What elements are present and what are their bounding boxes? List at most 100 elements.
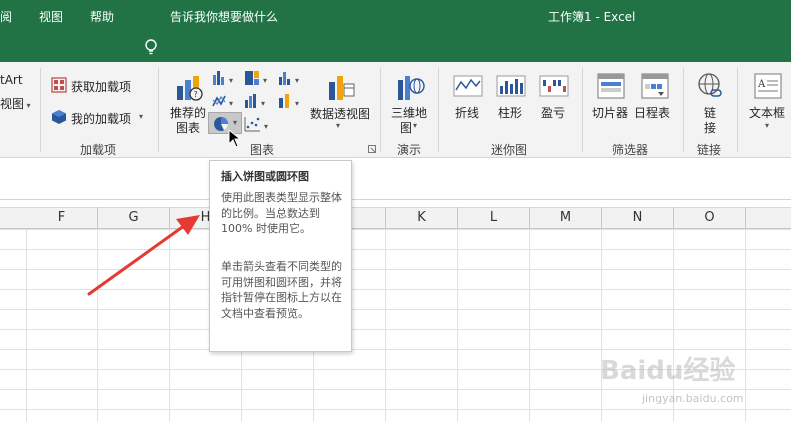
hierarchy-chart-icon[interactable]: ▾ xyxy=(243,69,273,87)
screenshot-button[interactable]: 视图 ▾ xyxy=(0,95,31,112)
column-header-N[interactable]: N xyxy=(602,207,674,229)
grid-line xyxy=(601,229,602,422)
charts-group-label: 图表 xyxy=(250,143,275,157)
sparklines-group-label: 迷你图 xyxy=(491,143,528,157)
svg-text:▾: ▾ xyxy=(261,99,265,108)
group-separator xyxy=(40,68,41,152)
my-addins-label: 我的加载项 xyxy=(71,112,132,126)
chevron-down-icon: ▾ xyxy=(233,118,238,127)
sparkline-winloss-label: 盈亏 xyxy=(541,106,566,120)
sparkline-column-button[interactable]: 柱形 xyxy=(493,70,531,120)
svg-text:A: A xyxy=(757,79,766,90)
column-chart-icon[interactable]: ▾ xyxy=(211,69,241,87)
tooltip-instructions: 单击箭头查看不同类型的可用饼图和圆环图，并将指针暂停在图标上方以在文档中查看预览… xyxy=(221,260,342,320)
sparkline-line-button[interactable]: 折线 xyxy=(450,70,488,120)
chevron-down-icon[interactable]: ▾ xyxy=(336,121,340,130)
recommended-label-2: 图表 xyxy=(176,121,201,135)
sparkline-winloss-button[interactable]: 盈亏 xyxy=(536,70,574,120)
title-bar xyxy=(0,0,791,32)
column-header-O[interactable]: O xyxy=(674,207,746,229)
addin-cube-icon xyxy=(52,110,66,124)
smartart-button[interactable]: tArt xyxy=(0,73,23,87)
column-header-L[interactable]: L xyxy=(458,207,530,229)
pie-chart-tooltip: 插入饼图或圆环图 使用此图表类型显示整体的比例。当总数达到 100% 时使用它。… xyxy=(209,160,352,352)
column-header-M[interactable]: M xyxy=(530,207,602,229)
tooltip-title: 插入饼图或圆环图 xyxy=(221,170,309,183)
lightbulb-icon xyxy=(145,39,157,55)
group-separator xyxy=(737,68,738,152)
pivot-chart-button[interactable]: 数据透视图 xyxy=(308,70,372,121)
grid-line xyxy=(457,229,458,422)
slicer-label: 切片器 xyxy=(592,106,629,120)
tours-group-label: 演示 xyxy=(397,143,422,157)
addins-group-label: 加载项 xyxy=(80,143,117,157)
3d-map-button[interactable]: 三维地 图 xyxy=(388,70,432,136)
grid-line xyxy=(26,229,27,422)
grid-line xyxy=(745,229,746,422)
svg-text:▾: ▾ xyxy=(295,76,299,85)
textbox-button[interactable]: A 文本框 ▾ xyxy=(745,70,791,136)
recommended-chart-icon: ? xyxy=(177,76,203,101)
watermark-url: jingyan.baidu.com xyxy=(642,392,744,405)
grid-line xyxy=(385,229,386,422)
link-globe-icon xyxy=(698,73,722,97)
group-separator xyxy=(438,68,439,152)
svg-text:?: ? xyxy=(194,90,198,99)
waterfall-chart-icon[interactable]: ▾ xyxy=(243,92,273,110)
link-label-2: 接 xyxy=(704,121,717,135)
group-separator xyxy=(582,68,583,152)
globe-map-icon xyxy=(398,76,425,100)
group-separator xyxy=(683,68,684,152)
chevron-down-icon: ▾ xyxy=(139,112,144,121)
timeline-button[interactable]: 日程表 xyxy=(634,70,676,120)
tab-review[interactable]: 阅 xyxy=(0,8,12,25)
formula-bar-area xyxy=(0,158,791,200)
group-separator xyxy=(380,68,381,152)
dialog-launcher-icon[interactable] xyxy=(368,145,377,154)
sparkline-winloss-icon xyxy=(539,75,569,97)
timeline-icon xyxy=(641,73,669,99)
watermark-brand: Baidu经验 xyxy=(600,356,736,386)
annotation-arrow-icon xyxy=(87,215,200,296)
slicer-icon xyxy=(597,73,625,99)
column-header-K[interactable]: K xyxy=(386,207,458,229)
mouse-cursor-icon xyxy=(228,129,242,148)
svg-text:▾: ▾ xyxy=(229,76,233,85)
svg-text:▾: ▾ xyxy=(229,99,233,108)
window-title: 工作簿1 - Excel xyxy=(548,10,636,24)
pivot-chart-label: 数据透视图 xyxy=(310,107,371,121)
chevron-down-icon: ▾ xyxy=(24,101,31,110)
link-button[interactable]: 链 接 xyxy=(692,70,728,136)
sparkline-column-label: 柱形 xyxy=(498,106,523,120)
3d-map-label-2: 图 xyxy=(400,121,413,135)
column-header-next[interactable] xyxy=(746,207,791,229)
links-group-label: 链接 xyxy=(697,143,722,157)
tab-help[interactable]: 帮助 xyxy=(90,8,114,25)
tab-view[interactable]: 视图 xyxy=(39,8,63,25)
svg-text:▾: ▾ xyxy=(295,99,299,108)
svg-text:▾: ▾ xyxy=(264,122,268,131)
pivot-chart-icon xyxy=(329,76,355,100)
timeline-label: 日程表 xyxy=(634,106,671,120)
textbox-icon: A xyxy=(754,73,782,99)
filters-group-label: 筛选器 xyxy=(612,143,649,157)
textbox-label: 文本框 xyxy=(749,106,786,120)
chevron-down-icon[interactable]: ▾ xyxy=(413,121,417,130)
line-chart-icon[interactable]: ▾ xyxy=(211,92,241,110)
ribbon-tabs-bar xyxy=(0,32,791,62)
sparkline-line-icon xyxy=(453,75,483,97)
recommended-charts-button[interactable]: ? 推荐的 图表 xyxy=(168,70,208,136)
sparkline-column-icon xyxy=(496,75,526,97)
group-separator xyxy=(158,68,159,152)
statistic-chart-icon[interactable]: ▾ xyxy=(277,69,307,87)
tell-me-search[interactable]: 告诉我你想要做什么 xyxy=(170,8,278,25)
chevron-down-icon: ▾ xyxy=(765,121,770,130)
combo-chart-icon[interactable]: ▾ xyxy=(277,92,307,110)
sparkline-line-label: 折线 xyxy=(455,106,480,120)
svg-text:▾: ▾ xyxy=(263,76,267,85)
get-addins-label: 获取加载项 xyxy=(71,80,132,94)
scatter-chart-icon[interactable]: ▾ xyxy=(244,115,274,133)
store-icon xyxy=(51,77,67,93)
slicer-button[interactable]: 切片器 xyxy=(590,70,632,120)
tooltip-description: 使用此图表类型显示整体的比例。当总数达到 100% 时使用它。 xyxy=(221,191,342,235)
